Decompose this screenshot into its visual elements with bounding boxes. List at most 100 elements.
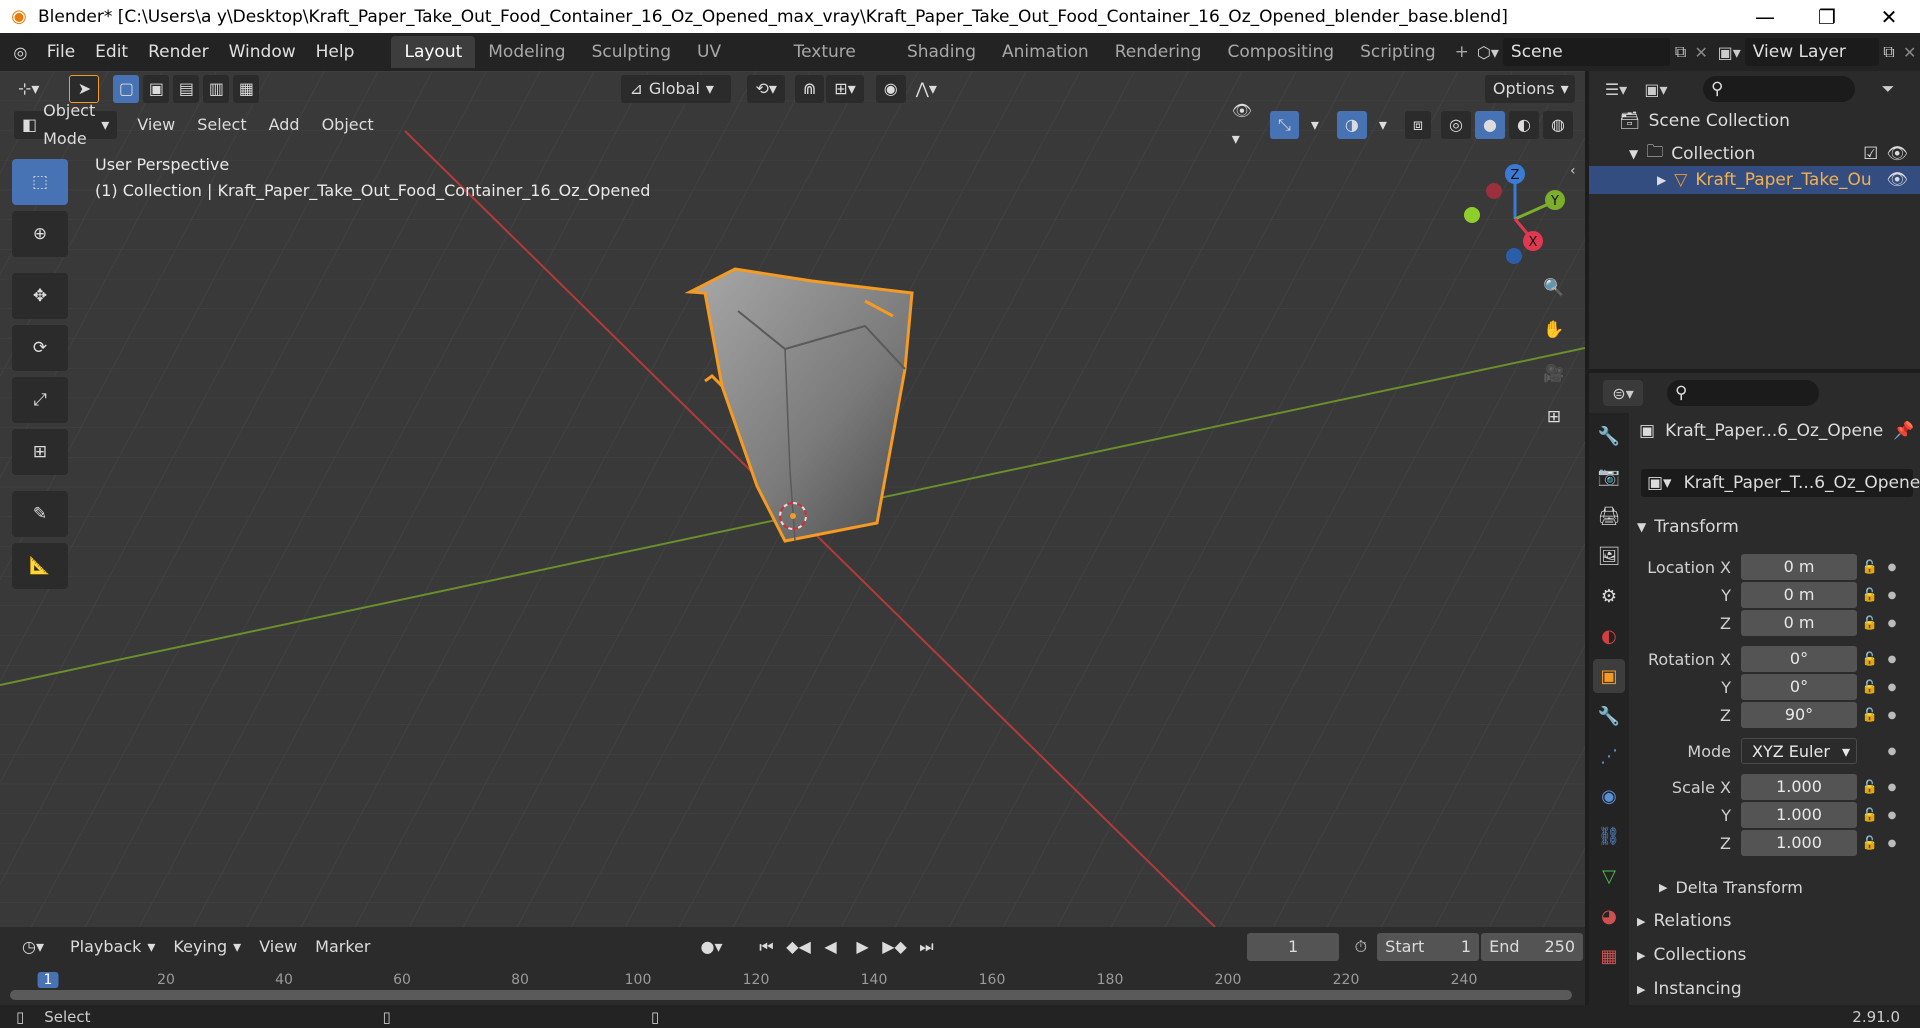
solid-shading-button[interactable]: ● xyxy=(1475,111,1505,139)
collection-exclude-checkbox[interactable]: ☑ xyxy=(1863,144,1878,164)
keyframe-dot-icon[interactable]: ● xyxy=(1883,618,1901,629)
lock-icon[interactable]: 🔓 xyxy=(1857,708,1883,723)
next-keyframe-button[interactable]: ▶◆ xyxy=(880,933,909,961)
pan-hand-icon[interactable]: ✋ xyxy=(1535,311,1573,349)
pivot-point-dropdown[interactable]: ⟲▾ xyxy=(747,75,785,103)
menu-render[interactable]: Render xyxy=(138,37,219,67)
navigation-gizmo[interactable]: Z Y X xyxy=(1455,159,1575,279)
select-subtract-icon[interactable]: ▤ xyxy=(173,75,200,103)
tab-layout[interactable]: Layout xyxy=(391,36,476,68)
preview-range-toggle[interactable]: ⏱ xyxy=(1347,933,1375,961)
rotation-mode-dropdown[interactable]: XYZ Euler ▾ xyxy=(1741,738,1857,764)
scale-x-field[interactable]: 1.000 xyxy=(1741,774,1857,800)
outliner-row-scene-collection[interactable]: 🗃 Scene Collection xyxy=(1619,111,1790,131)
falloff-dropdown[interactable]: ⋀▾ xyxy=(908,75,945,103)
scene-tab-icon[interactable]: ⚙ xyxy=(1593,579,1625,613)
jump-start-button[interactable]: ⏮ xyxy=(752,933,781,961)
outliner-row-object[interactable]: ▶ ▽ Kraft_Paper_Take_Ou 👁 xyxy=(1589,166,1920,194)
select-intersect-icon[interactable]: ▦ xyxy=(233,75,260,103)
select-invert-icon[interactable]: ▥ xyxy=(203,75,230,103)
outliner-search-input[interactable]: ⚲ xyxy=(1703,76,1855,102)
timeline-view-menu[interactable]: View xyxy=(251,933,305,961)
prev-keyframe-button[interactable]: ◆◀ xyxy=(784,933,813,961)
keyframe-dot-icon[interactable]: ● xyxy=(1883,746,1901,757)
shading-dropdown[interactable]: ▾ xyxy=(1577,111,1586,139)
keyframe-dot-icon[interactable]: ● xyxy=(1883,710,1901,721)
location-z-field[interactable]: 0 m xyxy=(1741,610,1857,636)
transform-orientation-dropdown[interactable]: ⊿ Global ▾ xyxy=(621,75,732,103)
rotate-tool[interactable]: ⟳ xyxy=(12,325,68,371)
lock-icon[interactable]: 🔓 xyxy=(1857,808,1883,823)
object-datablock-field[interactable]: ▣▾ Kraft_Paper_T...6_Oz_Opened xyxy=(1641,469,1920,497)
snap-target-dropdown[interactable]: ⊞▾ xyxy=(826,75,864,103)
rotation-z-field[interactable]: 90° xyxy=(1741,702,1857,728)
lock-icon[interactable]: 🔓 xyxy=(1857,836,1883,851)
properties-search-input[interactable]: ⚲ xyxy=(1667,380,1819,406)
rotation-y-field[interactable]: 0° xyxy=(1741,674,1857,700)
options-dropdown[interactable]: Options ▾ xyxy=(1484,75,1575,103)
keyframe-dot-icon[interactable]: ● xyxy=(1883,810,1901,821)
scene-remove-icon[interactable]: ✕ xyxy=(1691,39,1712,65)
properties-editor-type-icon[interactable]: ⊜▾ xyxy=(1603,380,1643,406)
keyframe-dot-icon[interactable]: ● xyxy=(1883,562,1901,573)
scale-tool[interactable]: ⤢ xyxy=(12,377,68,423)
object-mode-dropdown[interactable]: ◧ Object Mode ▾ xyxy=(14,101,118,148)
instancing-panel-header[interactable]: ▶ Instancing xyxy=(1637,974,1742,1004)
collection-visibility-eye-icon[interactable]: 👁 xyxy=(1886,144,1908,164)
rotation-x-field[interactable]: 0° xyxy=(1741,646,1857,672)
tool-tab-icon[interactable]: 🔧 xyxy=(1593,419,1625,453)
menu-help[interactable]: Help xyxy=(306,37,365,67)
lock-icon[interactable]: 🔓 xyxy=(1857,616,1883,631)
scale-z-field[interactable]: 1.000 xyxy=(1741,830,1857,856)
record-toggle[interactable]: ●▾ xyxy=(692,933,730,961)
scene-selector-icon[interactable]: ⬡▾ xyxy=(1477,39,1499,65)
editor-type-button[interactable]: ⊹▾ xyxy=(10,75,47,103)
tab-rendering[interactable]: Rendering xyxy=(1102,36,1215,68)
scene-copy-icon[interactable]: ⧉ xyxy=(1670,39,1691,65)
material-tab-icon[interactable]: ◕ xyxy=(1593,899,1625,933)
keyframe-dot-icon[interactable]: ● xyxy=(1883,682,1901,693)
tab-sculpting[interactable]: Sculpting xyxy=(579,36,684,68)
snap-toggle[interactable]: ⋒ xyxy=(794,75,825,103)
tab-shading[interactable]: Shading xyxy=(894,36,989,68)
view-layer-copy-icon[interactable]: ⧉ xyxy=(1879,39,1900,65)
lock-icon[interactable]: 🔓 xyxy=(1857,560,1883,575)
transform-panel-header[interactable]: ▼ Transform xyxy=(1637,512,1739,542)
tab-texture-paint[interactable]: Texture Paint xyxy=(781,36,894,94)
modifier-tab-icon[interactable]: 🔧 xyxy=(1593,699,1625,733)
wireframe-shading-button[interactable]: ◎ xyxy=(1441,111,1471,139)
menu-select[interactable]: Select xyxy=(189,111,254,139)
select-box-tool[interactable]: ⬚ xyxy=(12,159,68,205)
select-extend-icon[interactable]: ▣ xyxy=(143,75,170,103)
output-tab-icon[interactable]: 🖨 xyxy=(1593,499,1625,533)
outliner-row-collection[interactable]: ▼ 🗀 Collection ☑ 👁 xyxy=(1629,139,1920,168)
menu-view[interactable]: View xyxy=(129,111,183,139)
start-frame-field[interactable]: Start 1 xyxy=(1377,933,1480,961)
overlay-dropdown[interactable]: ▾ xyxy=(1371,111,1395,139)
rendered-shading-button[interactable]: ◍ xyxy=(1542,111,1573,139)
xray-toggle[interactable]: ⧈ xyxy=(1404,111,1432,139)
3d-viewport[interactable]: ⊹▾ ➤ ▢ ▣ ▤ ▥ ▦ ⊿ Global ▾ ⟲▾ ⋒ ⊞▾ ◉ ⋀▾ Opt… xyxy=(0,71,1585,927)
add-workspace-button[interactable]: + xyxy=(1449,36,1475,68)
transform-tool[interactable]: ⊞ xyxy=(12,429,68,475)
gizmo-toggle[interactable]: ⤡ xyxy=(1270,111,1299,139)
close-button[interactable]: ✕ xyxy=(1858,0,1920,33)
data-tab-icon[interactable]: ▽ xyxy=(1593,859,1625,893)
minimize-button[interactable]: — xyxy=(1734,0,1796,33)
physics-tab-icon[interactable]: ◉ xyxy=(1593,779,1625,813)
keyframe-dot-icon[interactable]: ● xyxy=(1883,782,1901,793)
keyframe-dot-icon[interactable]: ● xyxy=(1883,654,1901,665)
menu-edit[interactable]: Edit xyxy=(85,37,138,67)
menu-window[interactable]: Window xyxy=(219,37,306,67)
perspective-grid-icon[interactable]: ⊞ xyxy=(1535,398,1573,436)
current-frame-field[interactable]: 1 xyxy=(1247,933,1339,961)
location-y-field[interactable]: 0 m xyxy=(1741,582,1857,608)
gizmo-dropdown[interactable]: ▾ xyxy=(1303,111,1327,139)
keyframe-dot-icon[interactable]: ● xyxy=(1883,590,1901,601)
texture-tab-icon[interactable]: ▦ xyxy=(1593,939,1625,973)
tab-modeling[interactable]: Modeling xyxy=(475,36,578,68)
menu-file[interactable]: File xyxy=(37,37,85,67)
delta-transform-subpanel[interactable]: ▶ Delta Transform xyxy=(1659,872,1803,902)
timeline-editor-type[interactable]: ◷▾ xyxy=(14,933,52,961)
camera-icon[interactable]: 🎥 xyxy=(1535,355,1573,393)
